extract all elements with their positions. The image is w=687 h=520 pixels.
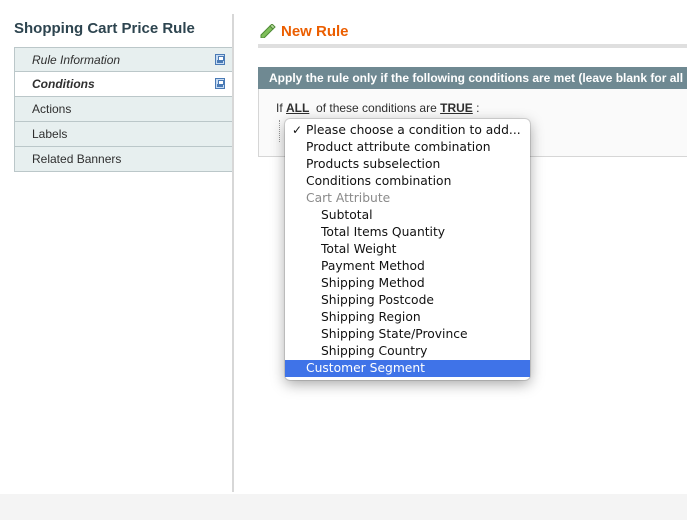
option-label: Shipping Region bbox=[321, 310, 421, 324]
sidebar: Shopping Cart Price Rule Rule Informatio… bbox=[0, 0, 234, 520]
checkmark-icon: ✓ bbox=[292, 123, 303, 137]
option-total-items-quantity[interactable]: Total Items Quantity bbox=[285, 224, 530, 241]
option-shipping-state-province[interactable]: Shipping State/Province bbox=[285, 326, 530, 343]
tab-label: Rule Information bbox=[32, 53, 121, 67]
tab-labels[interactable]: Labels bbox=[14, 122, 234, 147]
option-label: Shipping Country bbox=[321, 344, 428, 358]
tab-actions[interactable]: Actions bbox=[14, 97, 234, 122]
option-total-weight[interactable]: Total Weight bbox=[285, 241, 530, 258]
tab-label: Conditions bbox=[32, 77, 95, 91]
value-toggle[interactable]: TRUE bbox=[440, 101, 473, 115]
optgroup-cart-attribute: Cart Attribute bbox=[285, 190, 530, 207]
option-label: Please choose a condition to add... bbox=[306, 123, 521, 137]
option-label: Product attribute combination bbox=[306, 140, 491, 154]
optgroup-label: Cart Attribute bbox=[306, 191, 391, 205]
footer-strip bbox=[0, 494, 687, 520]
app-root: Shopping Cart Price Rule Rule Informatio… bbox=[0, 0, 687, 520]
save-icon bbox=[215, 78, 225, 89]
sidebar-title: Shopping Cart Price Rule bbox=[14, 20, 195, 37]
tab-conditions[interactable]: Conditions bbox=[14, 72, 234, 97]
option-label: Subtotal bbox=[321, 208, 373, 222]
option-label: Shipping Postcode bbox=[321, 293, 434, 307]
condition-suffix: : bbox=[476, 101, 480, 115]
option-payment-method[interactable]: Payment Method bbox=[285, 258, 530, 275]
option-products-subselection[interactable]: Products subselection bbox=[285, 156, 530, 173]
option-label: Customer Segment bbox=[306, 361, 425, 375]
option-label: Total Weight bbox=[321, 242, 397, 256]
pencil-icon bbox=[260, 24, 276, 38]
tab-label: Actions bbox=[32, 102, 72, 116]
option-please-choose[interactable]: ✓ Please choose a condition to add... bbox=[285, 122, 530, 139]
option-customer-segment[interactable]: Customer Segment bbox=[285, 360, 530, 377]
tree-connector bbox=[279, 120, 280, 142]
option-conditions-combination[interactable]: Conditions combination bbox=[285, 173, 530, 190]
save-icon bbox=[215, 54, 225, 65]
condition-select-dropdown[interactable]: ✓ Please choose a condition to add... Pr… bbox=[285, 119, 530, 380]
option-shipping-postcode[interactable]: Shipping Postcode bbox=[285, 292, 530, 309]
option-shipping-region[interactable]: Shipping Region bbox=[285, 309, 530, 326]
option-label: Products subselection bbox=[306, 157, 441, 171]
tab-rule-information[interactable]: Rule Information bbox=[14, 47, 234, 72]
page-header: New Rule bbox=[258, 20, 687, 48]
option-label: Conditions combination bbox=[306, 174, 452, 188]
tab-list: Rule Information Conditions Actions Labe… bbox=[14, 47, 234, 172]
tab-related-banners[interactable]: Related Banners bbox=[14, 147, 234, 172]
fieldset-header: Apply the rule only if the following con… bbox=[258, 67, 687, 89]
aggregator-toggle[interactable]: ALL bbox=[286, 101, 309, 115]
tab-label: Related Banners bbox=[32, 152, 122, 166]
page-title: New Rule bbox=[281, 23, 349, 40]
option-product-attribute-combination[interactable]: Product attribute combination bbox=[285, 139, 530, 156]
sidebar-divider bbox=[232, 14, 234, 492]
option-label: Shipping State/Province bbox=[321, 327, 468, 341]
option-shipping-country[interactable]: Shipping Country bbox=[285, 343, 530, 360]
condition-prefix: If bbox=[276, 101, 283, 115]
option-subtotal[interactable]: Subtotal bbox=[285, 207, 530, 224]
option-label: Payment Method bbox=[321, 259, 425, 273]
condition-root: If ALL of these conditions are TRUE : bbox=[276, 101, 479, 115]
option-label: Shipping Method bbox=[321, 276, 425, 290]
option-shipping-method[interactable]: Shipping Method bbox=[285, 275, 530, 292]
condition-middle-text: of these conditions are bbox=[316, 101, 437, 115]
option-label: Total Items Quantity bbox=[321, 225, 446, 239]
tab-label: Labels bbox=[32, 127, 68, 141]
